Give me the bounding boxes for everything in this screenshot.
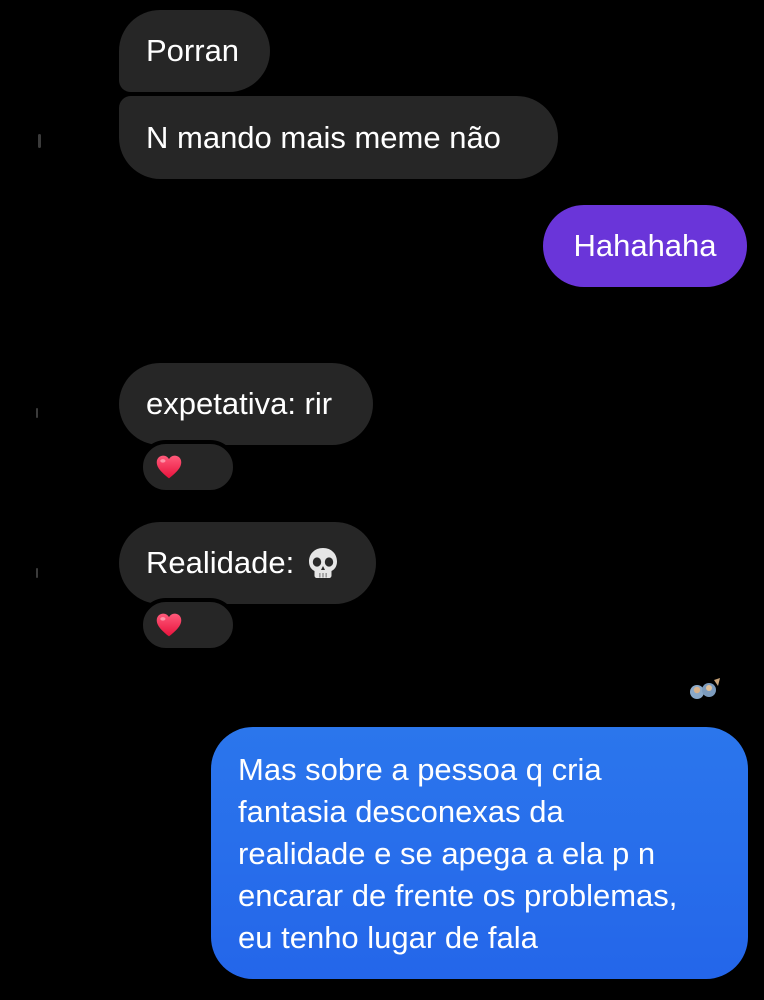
incoming-message[interactable]: expetativa: rir	[119, 363, 373, 445]
heart-icon	[155, 453, 183, 481]
message-text: expetativa: rir	[146, 386, 333, 421]
skull-icon	[306, 546, 340, 580]
sender-avatar-edge	[38, 134, 41, 148]
message-text: Porran	[146, 33, 240, 68]
message-text-line: fantasia desconexas da	[238, 794, 564, 829]
message-text: N mando mais meme não	[146, 119, 501, 155]
incoming-message[interactable]: Realidade:	[119, 522, 376, 604]
message-text: Hahahaha	[573, 228, 717, 263]
message-reaction[interactable]	[139, 440, 237, 494]
outgoing-message[interactable]: Mas sobre a pessoa q cria fantasia desco…	[211, 727, 748, 979]
message-text-line: Mas sobre a pessoa q cria	[238, 752, 602, 787]
heart-icon	[155, 611, 183, 639]
outgoing-message[interactable]: Hahahaha	[543, 205, 747, 287]
sender-avatar-edge	[36, 408, 38, 418]
seen-avatar-icon	[688, 676, 722, 700]
incoming-message[interactable]: Porran	[119, 10, 270, 92]
sender-avatar-edge	[36, 568, 38, 578]
message-text-line: eu tenho lugar de fala	[238, 920, 538, 955]
message-text-line: encarar de frente os problemas,	[238, 878, 678, 913]
message-reaction[interactable]	[139, 598, 237, 652]
incoming-message[interactable]: N mando mais meme não	[119, 96, 558, 179]
message-text-line: realidade e se apega a ela p n	[238, 836, 656, 871]
message-text: Realidade:	[146, 545, 295, 580]
